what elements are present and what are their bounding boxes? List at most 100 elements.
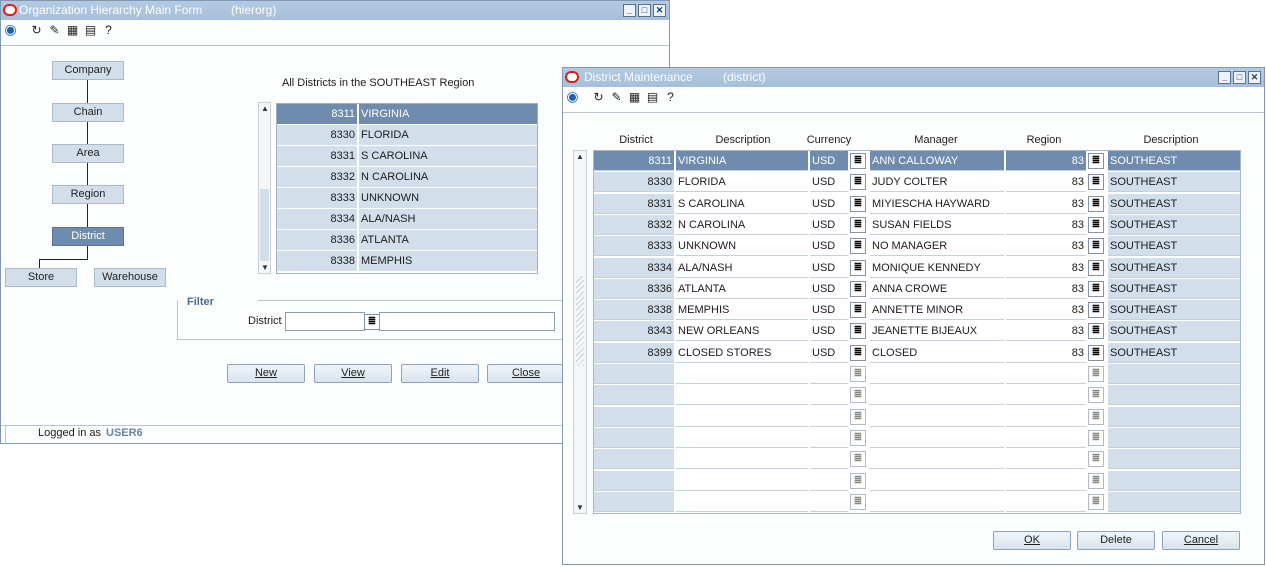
list-item[interactable]: 8334 ALA/NASH <box>277 209 537 229</box>
region-cell[interactable]: 83 <box>1006 172 1086 193</box>
manager-cell[interactable] <box>870 449 1004 470</box>
region-cell[interactable] <box>1006 470 1086 491</box>
list-of-values-icon[interactable]: ≣ <box>850 387 866 404</box>
description-cell[interactable] <box>676 406 808 427</box>
hierarchy-store[interactable]: Store <box>5 268 77 287</box>
manager-cell[interactable]: CLOSED <box>870 342 1004 363</box>
region-description-cell[interactable]: SOUTHEAST <box>1108 214 1240 235</box>
manager-cell[interactable]: MONIQUE KENNEDY <box>870 257 1004 278</box>
manager-cell[interactable] <box>870 364 1004 384</box>
region-cell[interactable] <box>1006 427 1086 448</box>
list-of-values-icon[interactable]: ≣ <box>850 174 866 191</box>
region-cell[interactable]: 83 <box>1006 151 1086 171</box>
district-cell[interactable]: 8330 <box>594 172 674 193</box>
list-of-values-icon[interactable]: ≣ <box>1088 366 1104 382</box>
manager-cell[interactable]: JUDY COLTER <box>870 172 1004 193</box>
currency-cell[interactable] <box>810 364 848 384</box>
list-of-values-icon[interactable]: ≣ <box>850 472 866 489</box>
region-description-cell[interactable]: SOUTHEAST <box>1108 236 1240 257</box>
table-row[interactable]: ≣ ≣ <box>594 385 1240 406</box>
currency-cell[interactable] <box>810 427 848 448</box>
minimize-icon[interactable]: _ <box>1218 71 1231 84</box>
calendar-icon[interactable]: ▦ <box>64 21 81 38</box>
delete-button[interactable]: Delete <box>1077 531 1155 550</box>
currency-cell[interactable] <box>810 470 848 491</box>
region-description-cell[interactable]: SOUTHEAST <box>1108 172 1240 193</box>
currency-cell[interactable] <box>810 406 848 427</box>
refresh-icon[interactable]: ↻ <box>28 21 45 38</box>
region-description-cell[interactable]: SOUTHEAST <box>1108 321 1240 342</box>
list-of-values-icon[interactable]: ≣ <box>850 344 866 361</box>
currency-cell[interactable]: USD <box>810 214 848 235</box>
list-of-values-icon[interactable]: ≣ <box>1088 238 1104 255</box>
region-description-cell[interactable] <box>1108 406 1240 427</box>
view-button[interactable]: View <box>314 364 392 383</box>
table-row[interactable]: ≣ ≣ <box>594 364 1240 384</box>
table-row[interactable]: 8399 CLOSED STORES USD CLOSED 83 SOUTHEAST ≣ ≣ <box>594 342 1240 363</box>
manager-cell[interactable] <box>870 470 1004 491</box>
hierarchy-warehouse[interactable]: Warehouse <box>94 268 166 287</box>
region-description-cell[interactable] <box>1108 449 1240 470</box>
list-item[interactable]: 8336 ATLANTA <box>277 230 537 250</box>
currency-cell[interactable]: USD <box>810 172 848 193</box>
list-of-values-icon[interactable]: ≣ <box>850 323 866 340</box>
description-cell[interactable] <box>676 427 808 448</box>
region-description-cell[interactable] <box>1108 491 1240 512</box>
district-cell[interactable] <box>594 491 674 512</box>
table-row[interactable]: ≣ ≣ <box>594 491 1240 512</box>
maximize-icon[interactable]: □ <box>1233 71 1246 84</box>
district-description-input[interactable] <box>379 312 555 331</box>
hierarchy-region[interactable]: Region <box>52 185 124 204</box>
region-cell[interactable]: 83 <box>1006 236 1086 257</box>
region-cell[interactable]: 83 <box>1006 257 1086 278</box>
list-item[interactable]: 8333 UNKNOWN <box>277 188 537 208</box>
currency-cell[interactable]: USD <box>810 342 848 363</box>
description-cell[interactable] <box>676 449 808 470</box>
district-cell[interactable] <box>594 449 674 470</box>
print-icon[interactable]: ▤ <box>82 21 99 38</box>
list-of-values-icon[interactable]: ≣ <box>1088 259 1104 276</box>
description-cell[interactable]: FLORIDA <box>676 172 808 193</box>
region-cell[interactable]: 83 <box>1006 278 1086 299</box>
currency-cell[interactable]: USD <box>810 321 848 342</box>
list-item[interactable]: 8331 S CAROLINA <box>277 146 537 166</box>
manager-cell[interactable]: SUSAN FIELDS <box>870 214 1004 235</box>
description-cell[interactable]: MEMPHIS <box>676 300 808 321</box>
currency-cell[interactable]: USD <box>810 257 848 278</box>
maximize-icon[interactable]: □ <box>638 4 651 17</box>
print-icon[interactable]: ▤ <box>644 88 661 105</box>
district-cell[interactable] <box>594 364 674 384</box>
district-cell[interactable]: 8331 <box>594 193 674 214</box>
description-cell[interactable]: ALA/NASH <box>676 257 808 278</box>
main-titlebar[interactable]: Organization Hierarchy Main Form (hieror… <box>1 1 669 20</box>
table-row[interactable]: ≣ ≣ <box>594 427 1240 448</box>
close-icon[interactable]: ✕ <box>653 4 666 17</box>
scroll-up-icon[interactable]: ▲ <box>576 152 584 161</box>
currency-cell[interactable]: USD <box>810 193 848 214</box>
district-cell[interactable] <box>594 470 674 491</box>
list-of-values-icon[interactable]: ≣ <box>850 238 866 255</box>
currency-cell[interactable]: USD <box>810 236 848 257</box>
list-of-values-icon[interactable]: ≣ <box>1088 216 1104 233</box>
manager-cell[interactable]: NO MANAGER <box>870 236 1004 257</box>
scroll-thumb[interactable] <box>260 189 269 261</box>
table-row[interactable]: ≣ ≣ <box>594 406 1240 427</box>
region-description-cell[interactable]: SOUTHEAST <box>1108 257 1240 278</box>
description-cell[interactable] <box>676 470 808 491</box>
list-of-values-icon[interactable]: ≣ <box>1088 493 1104 510</box>
region-description-cell[interactable] <box>1108 364 1240 384</box>
district-list-scrollbar[interactable]: ▲ ▼ <box>258 102 271 274</box>
list-of-values-icon[interactable]: ≣ <box>1088 153 1104 169</box>
region-cell[interactable] <box>1006 406 1086 427</box>
manager-cell[interactable]: JEANETTE BIJEAUX <box>870 321 1004 342</box>
calendar-icon[interactable]: ▦ <box>626 88 643 105</box>
table-row[interactable]: ≣ ≣ <box>594 470 1240 491</box>
manager-cell[interactable] <box>870 385 1004 406</box>
scroll-down-icon[interactable]: ▼ <box>576 503 584 512</box>
currency-cell[interactable]: USD <box>810 278 848 299</box>
scroll-up-icon[interactable]: ▲ <box>261 104 269 113</box>
manager-cell[interactable] <box>870 427 1004 448</box>
globe-icon[interactable]: ◉ <box>564 88 581 105</box>
description-cell[interactable]: N CAROLINA <box>676 214 808 235</box>
list-of-values-icon[interactable]: ≣ <box>1088 280 1104 297</box>
